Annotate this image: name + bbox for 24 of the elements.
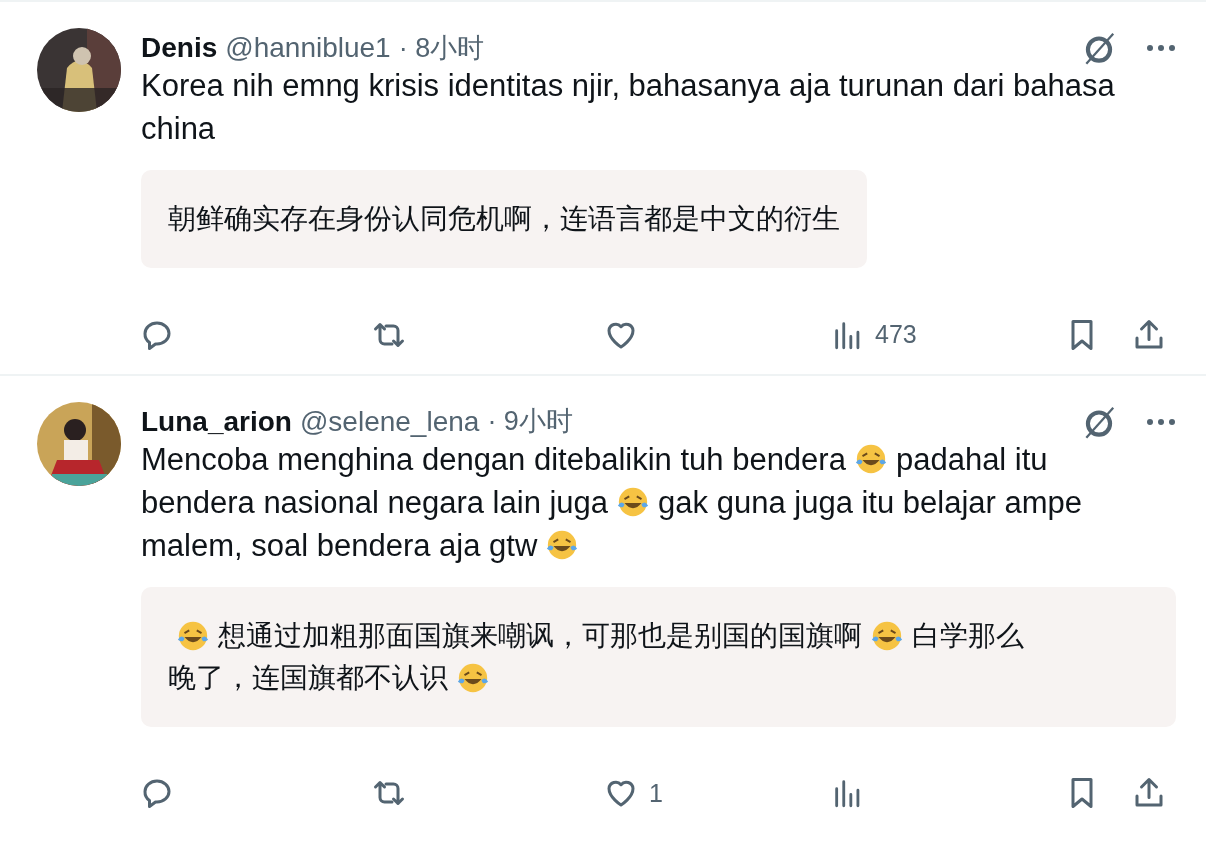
translation-text: 想通过加粗那面国旗来嘲讽，可那也是别国的国旗啊 [218,618,862,653]
like-button[interactable]: 1 [603,774,663,812]
translation-text: 晚了，连国旗都不认识 [168,660,448,695]
post-text: china [141,110,216,148]
post-text: Mencoba menghina dengan ditebalikin tuh bendera [141,440,846,479]
more-icon[interactable] [1146,417,1176,426]
laughing-emoji-icon [545,528,580,562]
post-text: bendera nasional negara lain juga [141,483,609,522]
post-text: malem, soal bendera aja gtw [141,526,538,565]
user-name[interactable]: Denis [141,27,218,69]
translation-text: 朝鲜确实存在身份认同危机啊，连语言都是中文的衍生 [168,202,840,236]
post-text: padahal itu [895,440,1048,479]
laughing-emoji-icon [616,485,651,519]
user-name[interactable]: Luna_arion [141,400,292,443]
post-time[interactable]: · 8小时 [398,27,485,69]
translation-text: 白学那么 [912,618,1024,653]
post-text: gak guna juga itu belajar ampe [658,483,1083,522]
laughing-emoji-icon [853,442,888,476]
more-icon[interactable] [1146,44,1176,52]
post-text: Korea nih emng krisis identitas njir, bahasanya aja turunan dari bahasa [141,67,1115,105]
user-handle[interactable]: @hanniblue1 [225,27,391,69]
post-time[interactable]: · 9小时 [487,401,573,442]
views-button[interactable]: 473 [831,316,917,354]
user-handle[interactable]: @selene_lena [299,400,480,443]
